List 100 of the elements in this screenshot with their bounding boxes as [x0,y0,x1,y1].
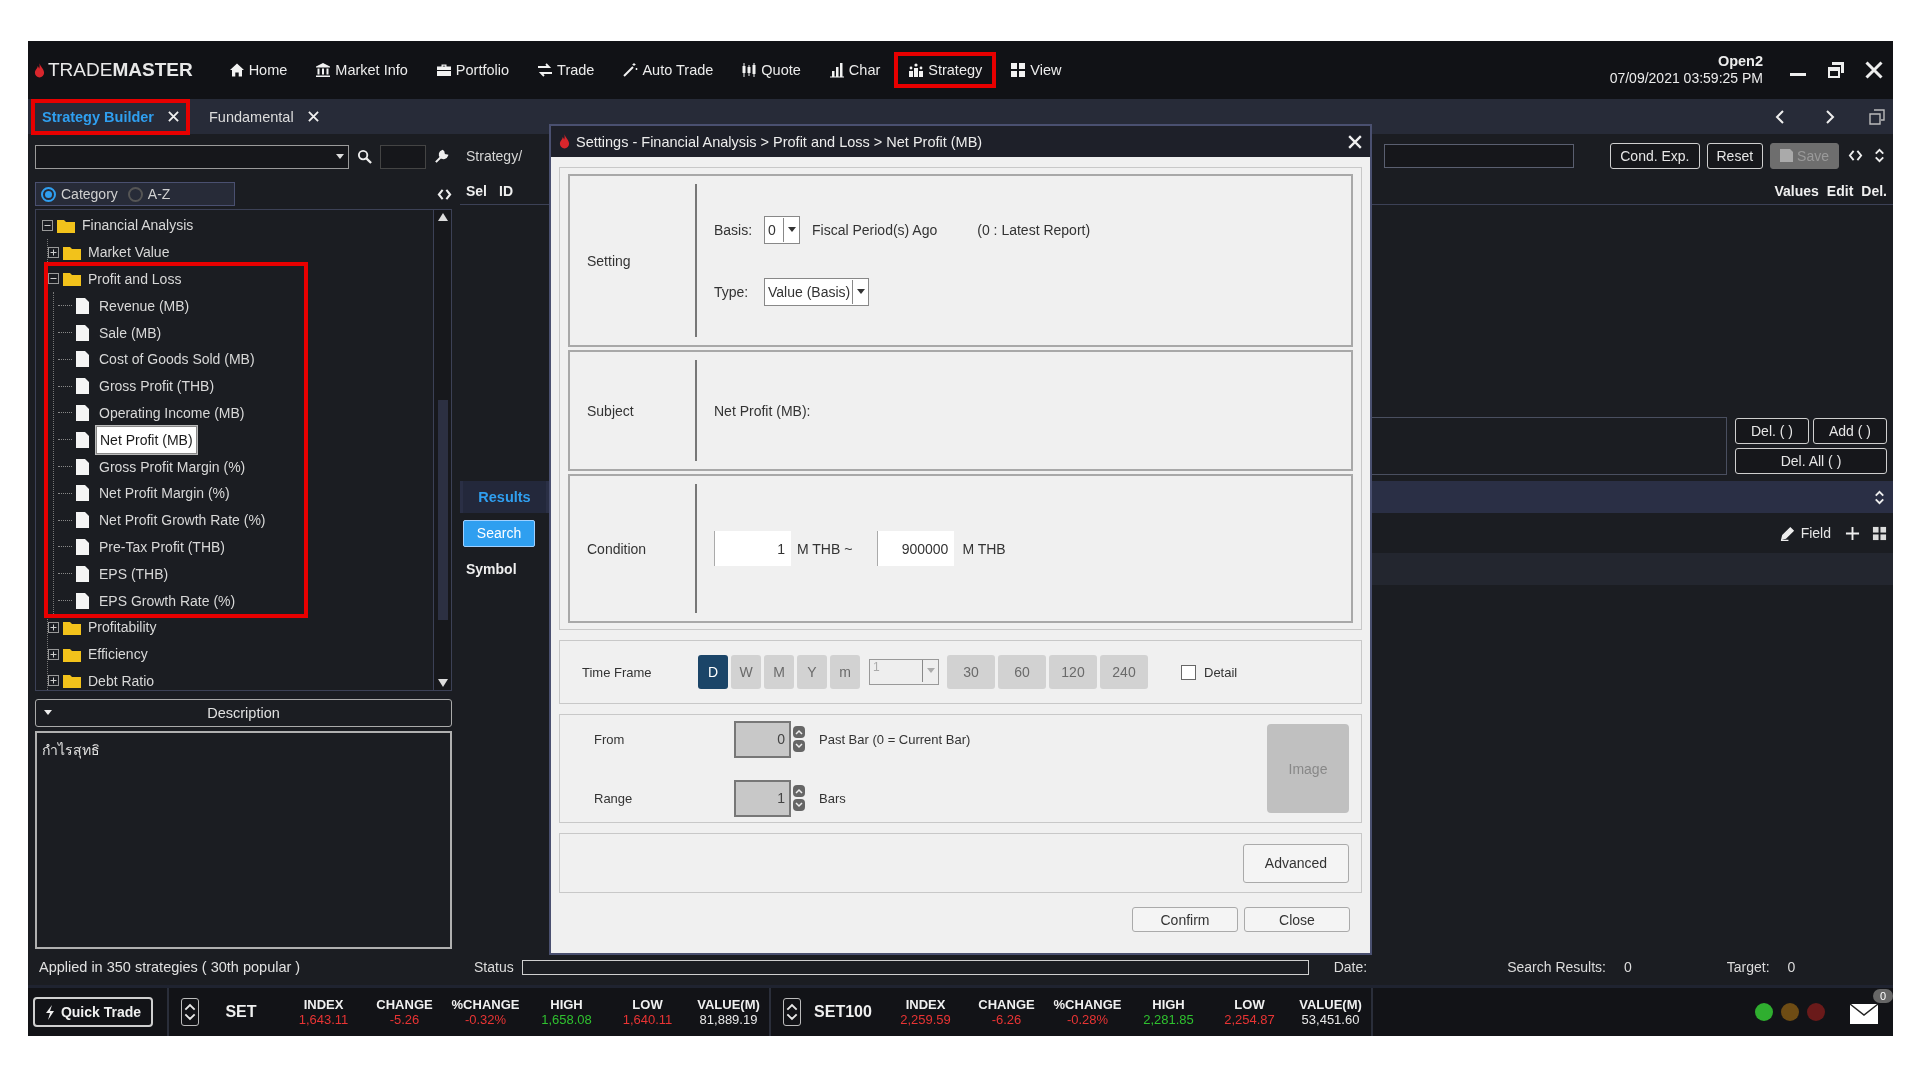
field-button[interactable]: Field [1779,525,1831,541]
checkbox-label: Detail [1204,664,1238,680]
nav-item[interactable]: Portfolio [421,52,524,88]
type-dropdown[interactable]: Value (Basis) [764,277,869,306]
radio-option[interactable]: Category [41,186,118,202]
up-down-icon[interactable] [181,998,199,1026]
tree-item[interactable]: Efficiency [85,645,151,664]
dialog-button[interactable]: Close [1244,907,1350,932]
strategy-name-field[interactable] [1384,143,1574,168]
spin-buttons[interactable] [793,726,805,752]
tree-item[interactable]: Cost of Goods Sold (MB) [96,350,258,369]
collapse-icon[interactable] [48,273,59,285]
code-icon[interactable] [1848,148,1863,163]
tab[interactable]: Strategy Builder [34,101,187,132]
tree-item[interactable]: Market Value [85,243,173,262]
period-button[interactable]: M [764,655,794,689]
grid-icon[interactable] [1872,525,1887,541]
tree-item[interactable]: Operating Income (MB) [96,403,248,422]
nav-item[interactable]: Quote [727,52,815,88]
column-header: Symbol [466,561,517,577]
up-down-icon[interactable] [783,998,801,1026]
tree-item[interactable]: EPS (THB) [96,564,172,583]
expand-icon[interactable] [48,621,59,633]
nav-item[interactable]: Home [214,52,302,88]
min-value-field[interactable]: 1 [714,531,791,566]
tree-item[interactable]: EPS Growth Rate (%) [96,591,239,610]
period-button[interactable]: W [731,655,761,689]
basis-dropdown[interactable]: 0 [764,215,800,244]
plus-icon[interactable] [1845,525,1860,541]
subject-text: Net Profit (MB): [714,402,812,419]
period-button[interactable]: m [830,655,860,689]
scrollbar[interactable] [433,210,451,690]
ticker-value: -5.26 [388,1012,421,1027]
max-value-field[interactable]: 900000 [877,531,955,566]
detail-checkbox[interactable] [1181,664,1196,680]
ticker-label: VALUE(M) [696,997,761,1012]
collapse-icon[interactable] [42,219,53,231]
wrench-icon[interactable] [434,149,449,164]
windows-icon[interactable] [1869,108,1885,125]
expand-icon[interactable] [48,675,59,687]
expand-icon[interactable] [48,648,59,660]
condition-button[interactable]: Del. All ( ) [1735,448,1887,474]
ticker-label: CHANGE [977,997,1036,1012]
close-icon[interactable] [1348,134,1362,149]
close-icon[interactable] [168,111,179,122]
tree-item[interactable]: Debt Ratio [85,671,158,690]
number-field[interactable]: 0 [734,720,791,758]
condition-button[interactable]: Del. ( ) [1735,418,1809,444]
period-button[interactable]: D [698,655,728,689]
ticker-value: -0.32% [463,1012,508,1027]
radio-option[interactable]: A-Z [127,186,171,202]
search-dropdown[interactable] [35,144,349,169]
nav-item[interactable]: Auto Trade [608,52,728,88]
nav-item[interactable]: Market Info [301,52,422,88]
results-tab[interactable]: Results [463,481,546,513]
input-field[interactable] [380,144,426,169]
tree-item[interactable]: Sale (MB) [96,323,165,342]
close-icon[interactable] [1865,61,1883,79]
advanced-button[interactable]: Advanced [1243,843,1349,883]
tree-item[interactable]: Net Profit (MB) [96,425,197,454]
restore-icon[interactable] [1827,61,1845,79]
tree-item[interactable]: Gross Profit (THB) [96,377,218,396]
scroll-up-icon[interactable] [437,213,448,221]
tree-item[interactable]: Profit and Loss [85,270,185,288]
column-header: Edit [1826,182,1854,199]
field-label: From [594,731,626,747]
tree-item[interactable]: Financial Analysis [79,216,197,235]
tab[interactable]: Fundamental [201,101,327,132]
condition-button[interactable]: Add ( ) [1813,418,1887,444]
search-icon[interactable] [357,149,372,164]
column-header: Sel [466,182,487,199]
envelope-icon[interactable] [1849,1003,1879,1025]
caret-icon [856,288,865,295]
dialog-button[interactable]: Confirm [1132,907,1238,932]
tree-item[interactable]: Pre-Tax Profit (THB) [96,537,228,556]
period-button[interactable]: Y [797,655,827,689]
ticker-value: 2,254.87 [1223,1012,1276,1027]
nav-item[interactable]: Char [814,52,895,88]
tree-item[interactable]: Net Profit Margin (%) [96,484,233,503]
expand-icon[interactable] [48,246,59,258]
tree-item[interactable]: Revenue (MB) [96,296,193,315]
nav-item[interactable]: View [996,52,1076,88]
ticker-value: 2,259.59 [899,1012,952,1027]
spin-buttons[interactable] [793,785,805,811]
toolbar-button[interactable]: Cond. Exp. [1610,142,1700,169]
tree-item[interactable]: Gross Profit Margin (%) [96,457,249,476]
scroll-down-icon[interactable] [437,679,448,687]
close-icon[interactable] [307,111,319,122]
nav-item[interactable]: Trade [523,52,609,88]
nav-item[interactable]: Strategy [894,52,997,88]
ticker-label: %CHANGE [1052,997,1123,1012]
tree-item[interactable]: Profitability [85,618,160,637]
document-icon [76,458,89,475]
tree-item[interactable]: Net Profit Growth Rate (%) [96,511,269,530]
description-header[interactable]: Description [35,699,452,727]
number-field[interactable]: 1 [734,779,791,817]
quick-trade-button[interactable]: Quick Trade [33,997,153,1027]
ticker-value: 2,281.85 [1142,1012,1195,1027]
document-icon [76,297,89,314]
toolbar-button[interactable]: Reset [1706,142,1764,169]
